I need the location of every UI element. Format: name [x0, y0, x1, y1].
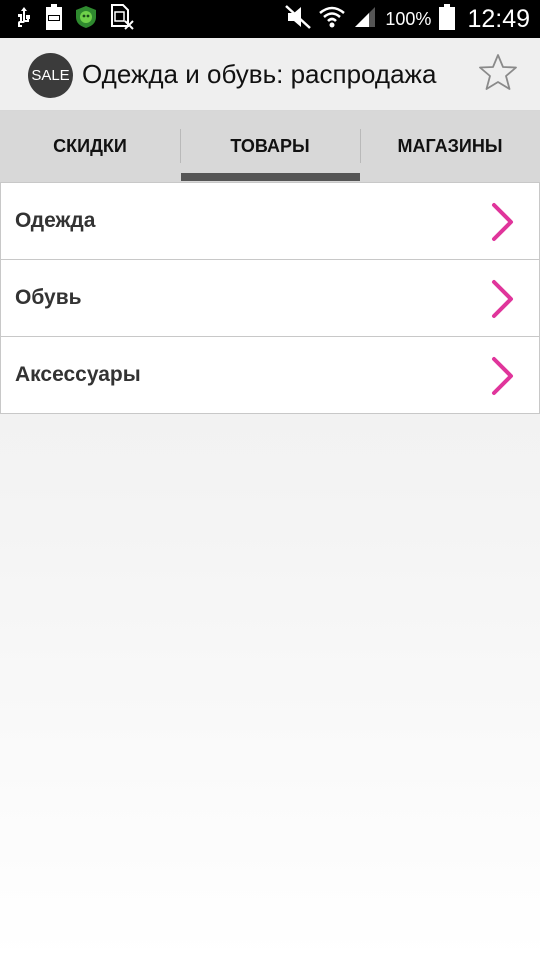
- shield-app-icon: [74, 5, 98, 34]
- category-label: Обувь: [15, 286, 82, 309]
- favorite-button[interactable]: [476, 52, 520, 96]
- wifi-icon: [319, 5, 346, 34]
- signal-icon: [353, 5, 377, 34]
- category-label: Аксессуары: [15, 363, 141, 386]
- app-bar: SALE Одежда и обувь: распродажа: [0, 38, 540, 111]
- category-item-clothing[interactable]: Одежда: [1, 183, 539, 259]
- sim-off-icon: [110, 3, 134, 35]
- page-title: Одежда и обувь: распродажа: [82, 59, 437, 89]
- battery-saver-icon: [46, 3, 62, 35]
- selected-tab-indicator: [181, 173, 360, 181]
- chevron-right-icon: [489, 202, 517, 242]
- star-icon: [478, 52, 518, 97]
- system-icons: 100% 12:49: [285, 0, 530, 38]
- tab-divider: [180, 129, 181, 163]
- clock: 12:49: [467, 4, 530, 33]
- tab-discounts[interactable]: СКИДКИ: [0, 111, 180, 182]
- tab-label: СКИДКИ: [53, 136, 127, 156]
- tab-label: ТОВАРЫ: [230, 136, 310, 156]
- usb-icon: [14, 5, 34, 34]
- tab-products[interactable]: ТОВАРЫ: [180, 111, 360, 182]
- category-item-accessories[interactable]: Аксессуары: [1, 336, 539, 413]
- tab-divider: [360, 129, 361, 163]
- battery-percent: 100%: [385, 8, 432, 29]
- chevron-right-icon: [489, 279, 517, 319]
- chevron-right-icon: [489, 356, 517, 396]
- mute-icon: [285, 4, 312, 34]
- category-label: Одежда: [15, 209, 96, 232]
- tab-label: МАГАЗИНЫ: [397, 136, 503, 156]
- category-list: Одежда Обувь Аксессуары: [0, 182, 540, 414]
- category-item-shoes[interactable]: Обувь: [1, 259, 539, 336]
- status-bar: 100% 12:49: [0, 0, 540, 38]
- tab-stores[interactable]: МАГАЗИНЫ: [360, 111, 540, 182]
- battery-icon: [439, 3, 456, 35]
- app-logo[interactable]: SALE: [28, 53, 73, 98]
- notification-icons: [14, 0, 134, 38]
